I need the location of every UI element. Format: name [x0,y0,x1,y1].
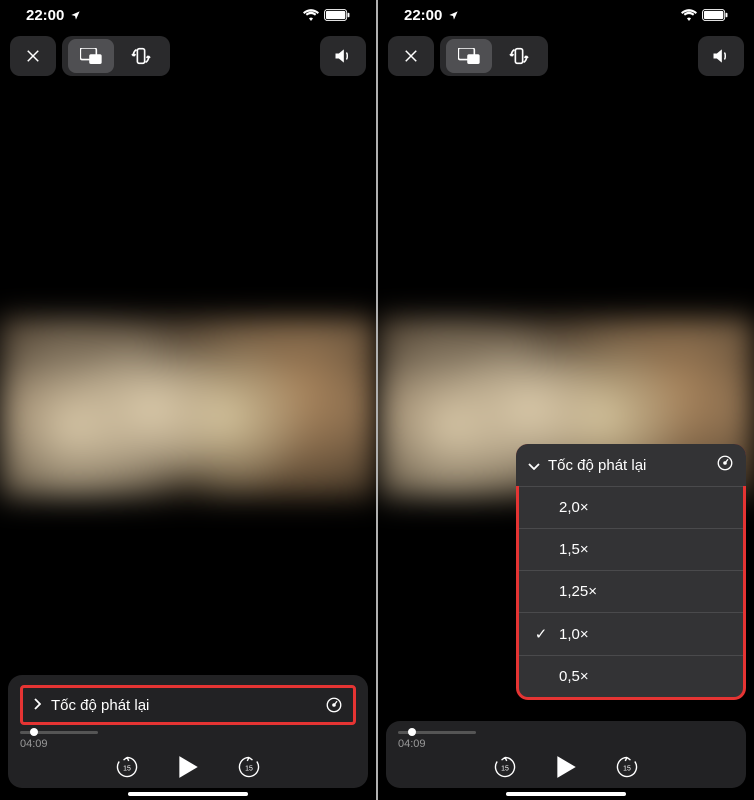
battery-icon [702,9,728,21]
close-button[interactable] [10,36,56,76]
pip-button[interactable] [446,39,492,73]
pip-button[interactable] [68,39,114,73]
phone-screenshot-expanded: 22:00 [378,0,754,800]
playback-controls: Tốc độ phát lại 04:09 15 15 [8,675,368,788]
speed-option-selected[interactable]: ✓ 1,0× [519,612,743,655]
home-indicator[interactable] [506,792,626,796]
location-icon [70,10,81,21]
svg-text:15: 15 [123,765,131,772]
speed-option[interactable]: 1,5× [519,528,743,570]
speed-option-label: 1,0× [559,626,589,643]
display-mode-group [440,36,548,76]
player-toolbar [0,30,376,82]
status-time: 22:00 [26,7,64,24]
svg-text:15: 15 [623,765,631,772]
playback-speed-label: Tốc độ phát lại [51,697,315,714]
display-mode-group [62,36,170,76]
svg-text:15: 15 [245,765,253,772]
play-button[interactable] [554,754,578,780]
playback-controls: 04:09 15 15 [386,721,746,788]
chevron-down-icon [528,457,540,474]
timecode: 04:09 [398,738,734,750]
speed-option[interactable]: 2,0× [519,486,743,528]
playback-speed-menu-header[interactable]: Tốc độ phát lại [516,444,746,486]
gauge-icon [325,696,343,714]
location-icon [448,10,459,21]
skip-back-15-button[interactable]: 15 [492,754,518,780]
skip-forward-15-button[interactable]: 15 [236,754,262,780]
rotate-button[interactable] [118,39,164,73]
skip-back-15-button[interactable]: 15 [114,754,140,780]
speed-option-label: 1,5× [559,541,589,558]
status-bar: 22:00 [0,0,376,30]
chevron-right-icon [33,697,41,713]
play-button[interactable] [176,754,200,780]
player-toolbar [378,30,754,82]
playback-speed-button[interactable]: Tốc độ phát lại [20,685,356,725]
speed-option[interactable]: 1,25× [519,570,743,612]
svg-text:15: 15 [501,765,509,772]
status-bar: 22:00 [378,0,754,30]
video-frame [0,319,376,499]
playback-speed-menu: Tốc độ phát lại 2,0× 1,5× 1,25× ✓ 1,0× 0,… [516,444,746,700]
progress-scrubber[interactable] [20,731,98,734]
check-icon: ✓ [533,625,549,643]
wifi-icon [303,9,319,21]
speed-option-label: 0,5× [559,668,589,685]
speed-option-label: 2,0× [559,499,589,516]
playback-speed-menu-title: Tốc độ phát lại [548,457,708,474]
volume-button[interactable] [698,36,744,76]
timecode: 04:09 [20,738,356,750]
rotate-button[interactable] [496,39,542,73]
skip-forward-15-button[interactable]: 15 [614,754,640,780]
speed-option[interactable]: 0,5× [519,655,743,697]
battery-icon [324,9,350,21]
phone-screenshot-collapsed: 22:00 [0,0,376,800]
home-indicator[interactable] [128,792,248,796]
wifi-icon [681,9,697,21]
status-time: 22:00 [404,7,442,24]
volume-button[interactable] [320,36,366,76]
close-button[interactable] [388,36,434,76]
speed-option-label: 1,25× [559,583,597,600]
progress-scrubber[interactable] [398,731,476,734]
gauge-icon [716,454,734,476]
